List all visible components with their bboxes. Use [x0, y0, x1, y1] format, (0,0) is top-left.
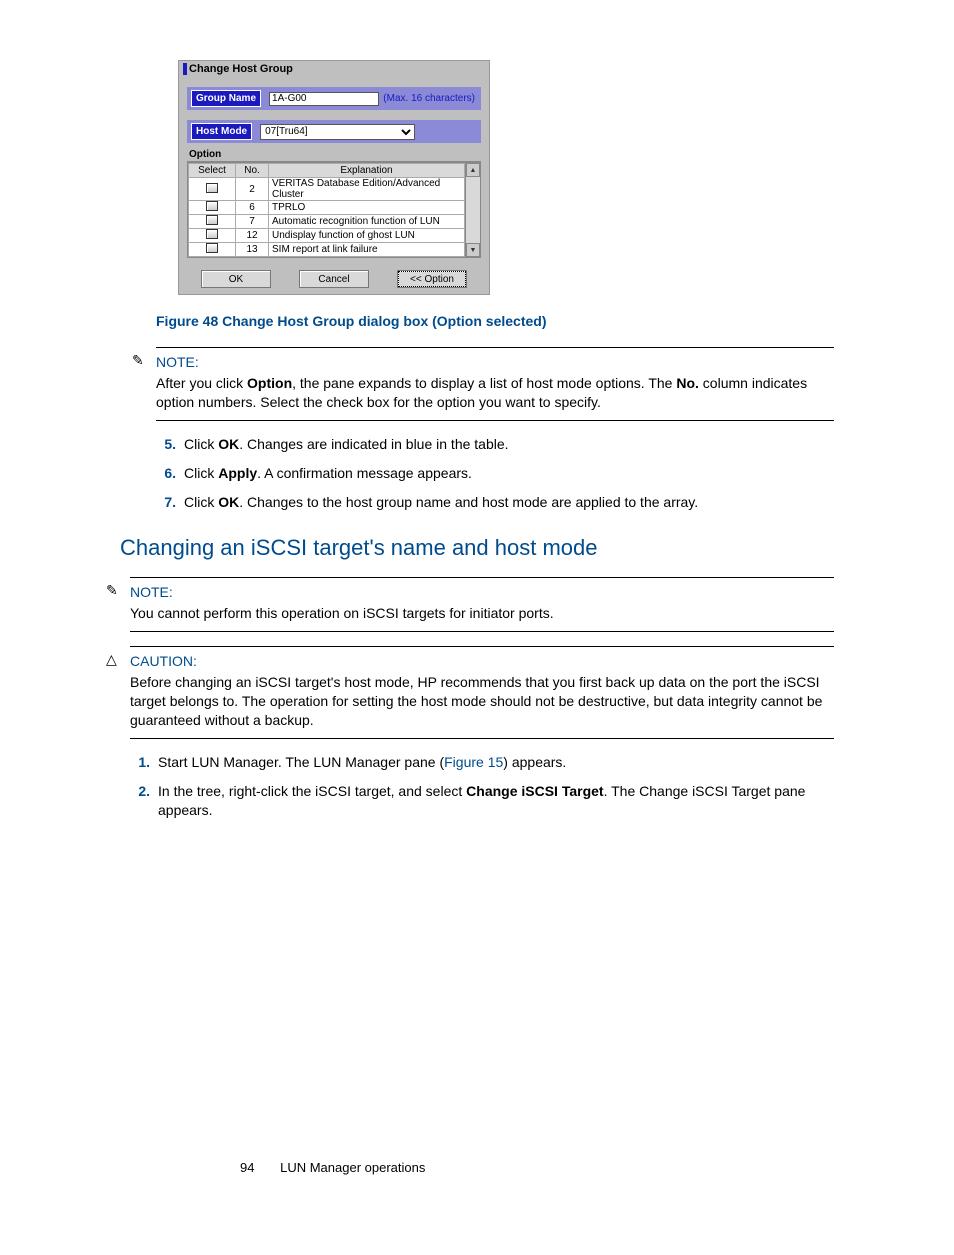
- change-host-group-dialog: Change Host Group Group Name (Max. 16 ch…: [178, 60, 490, 295]
- table-row: 6TPRLO: [189, 201, 465, 215]
- list-item: 7.Click OK. Changes to the host group na…: [156, 493, 834, 512]
- caution-icon: △: [106, 651, 117, 668]
- section-heading: Changing an iSCSI target's name and host…: [120, 535, 834, 561]
- max-chars-text: (Max. 16 characters): [383, 93, 477, 104]
- table-row: 12Undisplay function of ghost LUN: [189, 229, 465, 243]
- caution-heading: CAUTION:: [130, 653, 834, 669]
- option-table-wrap: Select No. Explanation 2VERITAS Database…: [187, 162, 481, 258]
- host-mode-label: Host Mode: [191, 123, 252, 140]
- list-item: 2.In the tree, right-click the iSCSI tar…: [130, 782, 834, 820]
- checkbox[interactable]: [206, 183, 218, 193]
- table-row: 7Automatic recognition function of LUN: [189, 215, 465, 229]
- dialog-button-row: OK Cancel << Option: [179, 270, 489, 288]
- option-scrollbar[interactable]: ▲ ▼: [465, 163, 480, 257]
- option-section: Option Select No. Explanation 2VERITAS D…: [187, 149, 481, 258]
- steps-list-b: 1.Start LUN Manager. The LUN Manager pan…: [130, 753, 834, 820]
- dialog-titlebar: Change Host Group: [179, 61, 489, 77]
- option-toggle-button[interactable]: << Option: [397, 270, 467, 288]
- page-footer: 94 LUN Manager operations: [240, 1160, 425, 1175]
- caution-block: △ CAUTION: Before changing an iSCSI targ…: [130, 646, 834, 739]
- col-explanation: Explanation: [269, 164, 465, 178]
- checkbox[interactable]: [206, 201, 218, 211]
- list-item: 5.Click OK. Changes are indicated in blu…: [156, 435, 834, 454]
- footer-title: LUN Manager operations: [280, 1160, 425, 1175]
- step-number: 6.: [156, 464, 176, 483]
- note-body: After you click Option, the pane expands…: [156, 374, 834, 412]
- scroll-down-icon[interactable]: ▼: [466, 243, 480, 257]
- step-number: 1.: [130, 753, 150, 772]
- list-item: 6.Click Apply. A confirmation message ap…: [156, 464, 834, 483]
- caution-body: Before changing an iSCSI target's host m…: [130, 673, 834, 730]
- option-table: Select No. Explanation 2VERITAS Database…: [188, 163, 465, 257]
- checkbox[interactable]: [206, 243, 218, 253]
- option-table-header-row: Select No. Explanation: [189, 164, 465, 178]
- title-accent-bar: [183, 63, 187, 75]
- page-number: 94: [240, 1160, 254, 1175]
- group-name-label: Group Name: [191, 90, 261, 107]
- scroll-up-icon[interactable]: ▲: [466, 163, 480, 177]
- group-name-row: Group Name (Max. 16 characters): [187, 87, 481, 110]
- figure-caption: Figure 48 Change Host Group dialog box (…: [156, 313, 834, 329]
- steps-list-a: 5.Click OK. Changes are indicated in blu…: [156, 435, 834, 512]
- table-row: 2VERITAS Database Edition/Advanced Clust…: [189, 178, 465, 201]
- table-row: 13SIM report at link failure: [189, 243, 465, 257]
- note-block: ✎ NOTE: After you click Option, the pane…: [156, 347, 834, 421]
- checkbox[interactable]: [206, 215, 218, 225]
- col-no: No.: [236, 164, 269, 178]
- step-number: 7.: [156, 493, 176, 512]
- note-heading: NOTE:: [156, 354, 834, 370]
- step-number: 5.: [156, 435, 176, 454]
- note-icon: ✎: [106, 582, 118, 599]
- option-section-label: Option: [187, 149, 481, 162]
- note-block: ✎ NOTE: You cannot perform this operatio…: [130, 577, 834, 632]
- checkbox[interactable]: [206, 229, 218, 239]
- host-mode-select[interactable]: 07[Tru64]: [260, 124, 415, 140]
- list-item: 1.Start LUN Manager. The LUN Manager pan…: [130, 753, 834, 772]
- dialog-title-text: Change Host Group: [189, 63, 293, 75]
- figure-link[interactable]: Figure 15: [444, 754, 503, 770]
- note-icon: ✎: [132, 352, 144, 369]
- step-number: 2.: [130, 782, 150, 820]
- note-heading: NOTE:: [130, 584, 834, 600]
- group-name-input[interactable]: [269, 92, 379, 106]
- host-mode-row: Host Mode 07[Tru64]: [187, 120, 481, 143]
- note-body: You cannot perform this operation on iSC…: [130, 604, 834, 623]
- cancel-button[interactable]: Cancel: [299, 270, 369, 288]
- ok-button[interactable]: OK: [201, 270, 271, 288]
- col-select: Select: [189, 164, 236, 178]
